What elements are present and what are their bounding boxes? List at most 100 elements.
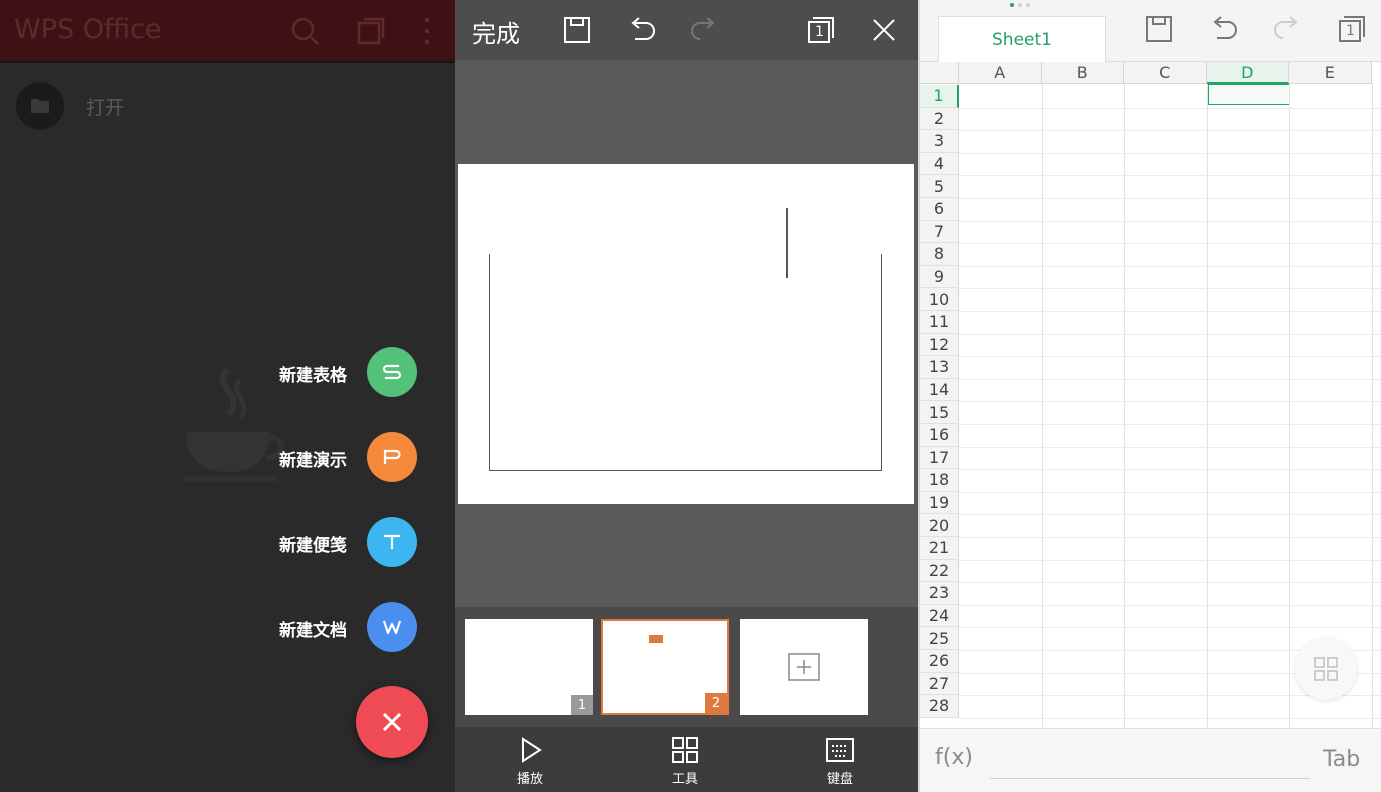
grid-row-line <box>959 175 1381 177</box>
tools-button[interactable]: 工具 <box>645 735 725 787</box>
grid-row-line <box>959 469 1381 471</box>
grid-icon <box>1314 657 1338 681</box>
row-header-24[interactable]: 24 <box>920 604 959 628</box>
new-note-button[interactable] <box>367 517 417 567</box>
selected-cell[interactable] <box>1208 84 1290 105</box>
tab-key-button[interactable]: Tab <box>1323 747 1360 772</box>
keyboard-button[interactable]: 键盘 <box>800 735 880 787</box>
grid-row-line <box>959 107 1381 109</box>
row-header-2[interactable]: 2 <box>920 107 959 131</box>
row-header-26[interactable]: 26 <box>920 650 959 673</box>
folder-icon[interactable] <box>16 82 64 130</box>
window-switch-icon[interactable]: 1 <box>1334 12 1368 46</box>
screen: WPS Office 打开 新建表格 新建演示 新建便笺 新建文档 完成 1 1… <box>0 0 1381 792</box>
play-label: 播放 <box>516 772 543 787</box>
presentation-editor-panel: 完成 1 1 2 播放 工具 键盘 <box>455 0 918 792</box>
grid-corner[interactable] <box>920 62 959 84</box>
row-header-12[interactable]: 12 <box>920 333 959 357</box>
search-icon[interactable] <box>288 14 322 48</box>
keyboard-icon <box>826 738 854 762</box>
sheet-tab[interactable]: Sheet1 <box>938 16 1106 62</box>
close-icon[interactable] <box>867 13 901 47</box>
save-icon[interactable] <box>1142 12 1176 46</box>
column-header-d[interactable]: D <box>1206 62 1289 84</box>
note-t-icon <box>384 534 400 549</box>
slide-textbox[interactable] <box>489 254 882 471</box>
close-fab-button[interactable] <box>356 686 428 758</box>
row-header-6[interactable]: 6 <box>920 198 959 221</box>
grid-row-line <box>959 491 1381 493</box>
row-header-1[interactable]: 1 <box>920 85 959 108</box>
new-spreadsheet-label[interactable]: 新建表格 <box>279 361 347 386</box>
grid-row-line <box>959 378 1381 380</box>
add-slide-button[interactable] <box>740 619 868 715</box>
grid-row-line <box>959 333 1381 335</box>
slide-thumbnail-strip: 1 2 <box>455 607 918 727</box>
grid-row-line <box>959 265 1381 267</box>
row-header-17[interactable]: 17 <box>920 446 959 470</box>
row-header-7[interactable]: 7 <box>920 220 959 244</box>
undo-icon[interactable] <box>625 13 659 47</box>
grid-column-line <box>1371 84 1373 728</box>
grid-row-line <box>959 604 1381 606</box>
row-header-28[interactable]: 28 <box>920 695 959 718</box>
row-header-23[interactable]: 23 <box>920 582 959 605</box>
grid-row-line <box>959 198 1381 199</box>
undo-icon[interactable] <box>1207 12 1241 46</box>
open-label[interactable]: 打开 <box>86 93 124 120</box>
windows-icon[interactable] <box>354 14 388 48</box>
row-header-16[interactable]: 16 <box>920 424 959 447</box>
slide-thumbnail-mark <box>649 635 663 643</box>
row-header-13[interactable]: 13 <box>920 356 959 379</box>
grid-row-line <box>959 446 1381 448</box>
row-header-15[interactable]: 15 <box>920 401 959 424</box>
save-icon[interactable] <box>560 13 594 47</box>
row-header-8[interactable]: 8 <box>920 243 959 266</box>
row-header-22[interactable]: 22 <box>920 559 959 583</box>
presentation-toolbar: 完成 1 <box>455 0 918 60</box>
row-header-25[interactable]: 25 <box>920 627 959 650</box>
row-header-19[interactable]: 19 <box>920 491 959 515</box>
grid-row-line <box>959 243 1381 245</box>
row-header-27[interactable]: 27 <box>920 672 959 696</box>
grid-row-line <box>959 152 1381 154</box>
slide-thumbnail[interactable]: 1 <box>465 619 593 715</box>
grid-row-line <box>959 627 1381 629</box>
redo-icon[interactable] <box>1270 12 1304 46</box>
row-header-18[interactable]: 18 <box>920 469 959 492</box>
new-presentation-button[interactable] <box>367 432 417 482</box>
new-document-button[interactable] <box>367 602 417 652</box>
column-header-b[interactable]: B <box>1041 62 1124 84</box>
play-button[interactable]: 播放 <box>490 735 570 787</box>
row-header-5[interactable]: 5 <box>920 175 959 198</box>
window-switch-icon[interactable]: 1 <box>803 13 837 47</box>
new-presentation-label[interactable]: 新建演示 <box>279 446 347 471</box>
redo-icon[interactable] <box>687 13 721 47</box>
spreadsheet-s-icon <box>382 364 402 380</box>
done-button[interactable]: 完成 <box>472 14 520 49</box>
function-button[interactable]: f(x) <box>935 745 973 770</box>
column-header-c[interactable]: C <box>1124 62 1207 84</box>
grid-column-line <box>1206 84 1208 728</box>
row-header-20[interactable]: 20 <box>920 514 959 537</box>
row-header-3[interactable]: 3 <box>920 130 959 153</box>
formula-input[interactable] <box>990 743 1310 779</box>
row-header-11[interactable]: 11 <box>920 311 959 334</box>
home-header: WPS Office <box>0 0 455 63</box>
new-spreadsheet-button[interactable] <box>367 347 417 397</box>
new-note-label[interactable]: 新建便笺 <box>279 531 347 556</box>
new-document-label[interactable]: 新建文档 <box>279 616 347 641</box>
column-header-a[interactable]: A <box>959 62 1042 84</box>
spreadsheet-grid[interactable]: A B C D E 1 2 3 4 5 6 7 8 9 10 11 12 13 14 15 16 17 18 19 20 21 22… <box>920 62 1381 728</box>
column-header-e[interactable]: E <box>1289 62 1372 84</box>
presentation-p-icon <box>383 449 401 464</box>
grid-menu-button[interactable] <box>1295 638 1357 700</box>
row-header-4[interactable]: 4 <box>920 152 959 176</box>
row-header-10[interactable]: 10 <box>920 288 959 311</box>
slide-thumbnail-active[interactable]: 2 <box>601 619 729 715</box>
slide-canvas[interactable] <box>458 164 914 504</box>
more-vertical-icon[interactable] <box>410 14 444 48</box>
row-header-9[interactable]: 9 <box>920 265 959 289</box>
row-header-21[interactable]: 21 <box>920 537 959 560</box>
row-header-14[interactable]: 14 <box>920 378 959 402</box>
